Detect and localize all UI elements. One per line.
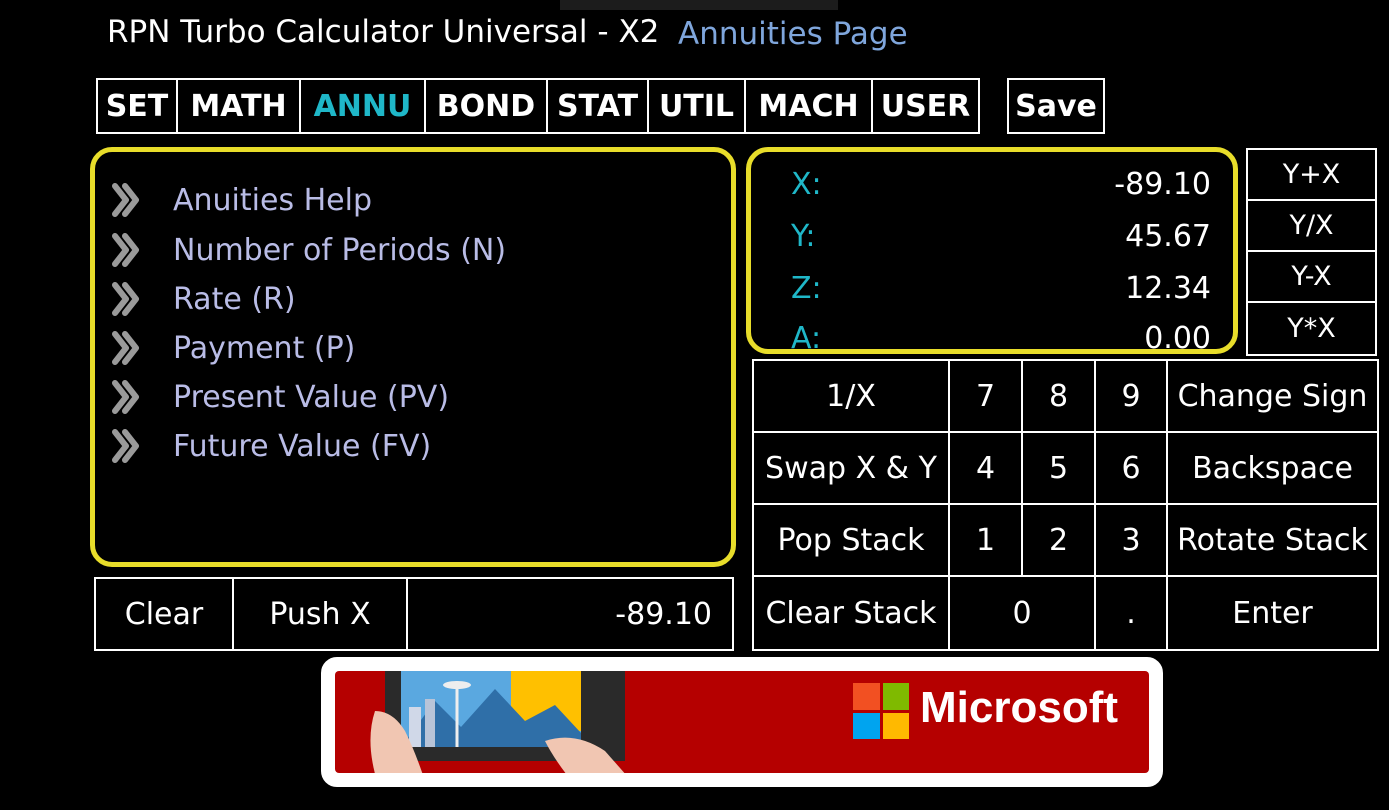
keypad: 1/X 7 8 9 Change Sign Swap X & Y 4 5 6 B… (752, 359, 1379, 651)
double-chevron-icon (109, 275, 143, 323)
change-sign-button[interactable]: Change Sign (1168, 361, 1377, 433)
stack-register-x: X: -89.10 (791, 158, 1211, 210)
menu-item-periods[interactable]: Number of Periods (N) (109, 226, 506, 274)
register-label: A: (791, 320, 822, 356)
clear-stack-button[interactable]: Clear Stack (754, 577, 950, 649)
reciprocal-button[interactable]: 1/X (754, 361, 950, 433)
key-8[interactable]: 8 (1023, 361, 1096, 433)
key-7[interactable]: 7 (950, 361, 1023, 433)
subtract-button[interactable]: Y-X (1248, 252, 1375, 303)
menu-item-label: Anuities Help (173, 182, 372, 218)
menu-item-label: Future Value (FV) (173, 428, 432, 464)
page-title: Annuities Page (678, 16, 908, 52)
key-3[interactable]: 3 (1096, 505, 1168, 577)
key-9[interactable]: 9 (1096, 361, 1168, 433)
multiply-button[interactable]: Y*X (1248, 303, 1375, 354)
microsoft-logo-icon (853, 683, 909, 739)
menu-item-help[interactable]: Anuities Help (109, 176, 372, 224)
key-5[interactable]: 5 (1023, 433, 1096, 505)
window-top-bar (560, 0, 838, 10)
tab-mach[interactable]: MACH (746, 80, 873, 132)
register-value: 45.67 (1125, 218, 1211, 254)
menu-item-payment[interactable]: Payment (P) (109, 324, 355, 372)
stack-ops: Y+X Y/X Y-X Y*X (1246, 148, 1377, 356)
stack-register-y: Y: 45.67 (791, 210, 1211, 262)
menu-item-label: Number of Periods (N) (173, 232, 507, 268)
tablet-illustration (370, 671, 625, 773)
double-chevron-icon (109, 422, 143, 470)
double-chevron-icon (109, 226, 143, 274)
menu-item-present-value[interactable]: Present Value (PV) (109, 373, 449, 421)
register-value: 12.34 (1125, 270, 1211, 306)
pop-stack-button[interactable]: Pop Stack (754, 505, 950, 577)
menu-item-rate[interactable]: Rate (R) (109, 275, 296, 323)
tab-bond[interactable]: BOND (426, 80, 548, 132)
annuities-menu-panel: Anuities Help Number of Periods (N) Rate… (90, 147, 736, 567)
menu-item-label: Payment (P) (173, 330, 356, 366)
swap-xy-button[interactable]: Swap X & Y (754, 433, 950, 505)
entry-row: Clear Push X -89.10 (94, 577, 734, 651)
register-value: 0.00 (1144, 320, 1211, 356)
menu-item-label: Rate (R) (173, 281, 296, 317)
tab-stat[interactable]: STAT (548, 80, 649, 132)
tab-math[interactable]: MATH (178, 80, 301, 132)
key-0[interactable]: 0 (950, 577, 1096, 649)
tab-set[interactable]: SET (98, 80, 178, 132)
stack-register-a: A: 0.00 (791, 312, 1211, 364)
nav-tabs: SET MATH ANNU BOND STAT UTIL MACH USER (96, 78, 980, 134)
decimal-point-key[interactable]: . (1096, 577, 1168, 649)
rotate-stack-button[interactable]: Rotate Stack (1168, 505, 1377, 577)
advertisement-banner[interactable]: Microsoft (321, 657, 1163, 787)
app-title: RPN Turbo Calculator Universal - X2 (107, 14, 660, 50)
key-1[interactable]: 1 (950, 505, 1023, 577)
save-button[interactable]: Save (1007, 78, 1105, 134)
double-chevron-icon (109, 373, 143, 421)
tab-annu[interactable]: ANNU (301, 80, 426, 132)
stack-display: X: -89.10 Y: 45.67 Z: 12.34 A: 0.00 (746, 147, 1238, 356)
register-label: Y: (791, 218, 816, 254)
ad-content: Microsoft (335, 671, 1149, 773)
push-x-button[interactable]: Push X (234, 579, 408, 649)
register-value: -89.10 (1114, 166, 1211, 202)
double-chevron-icon (109, 324, 143, 372)
entry-display[interactable]: -89.10 (408, 579, 732, 649)
stack-register-z: Z: 12.34 (791, 262, 1211, 314)
key-6[interactable]: 6 (1096, 433, 1168, 505)
key-2[interactable]: 2 (1023, 505, 1096, 577)
menu-item-label: Present Value (PV) (173, 379, 450, 415)
add-button[interactable]: Y+X (1248, 150, 1375, 201)
backspace-button[interactable]: Backspace (1168, 433, 1377, 505)
key-4[interactable]: 4 (950, 433, 1023, 505)
ad-brand: Microsoft (920, 683, 1118, 732)
double-chevron-icon (109, 176, 143, 224)
clear-button[interactable]: Clear (96, 579, 234, 649)
divide-button[interactable]: Y/X (1248, 201, 1375, 252)
register-label: Z: (791, 270, 822, 306)
tab-util[interactable]: UTIL (649, 80, 746, 132)
enter-button[interactable]: Enter (1168, 577, 1377, 649)
register-label: X: (791, 166, 822, 202)
tab-user[interactable]: USER (873, 80, 978, 132)
menu-item-future-value[interactable]: Future Value (FV) (109, 422, 431, 470)
